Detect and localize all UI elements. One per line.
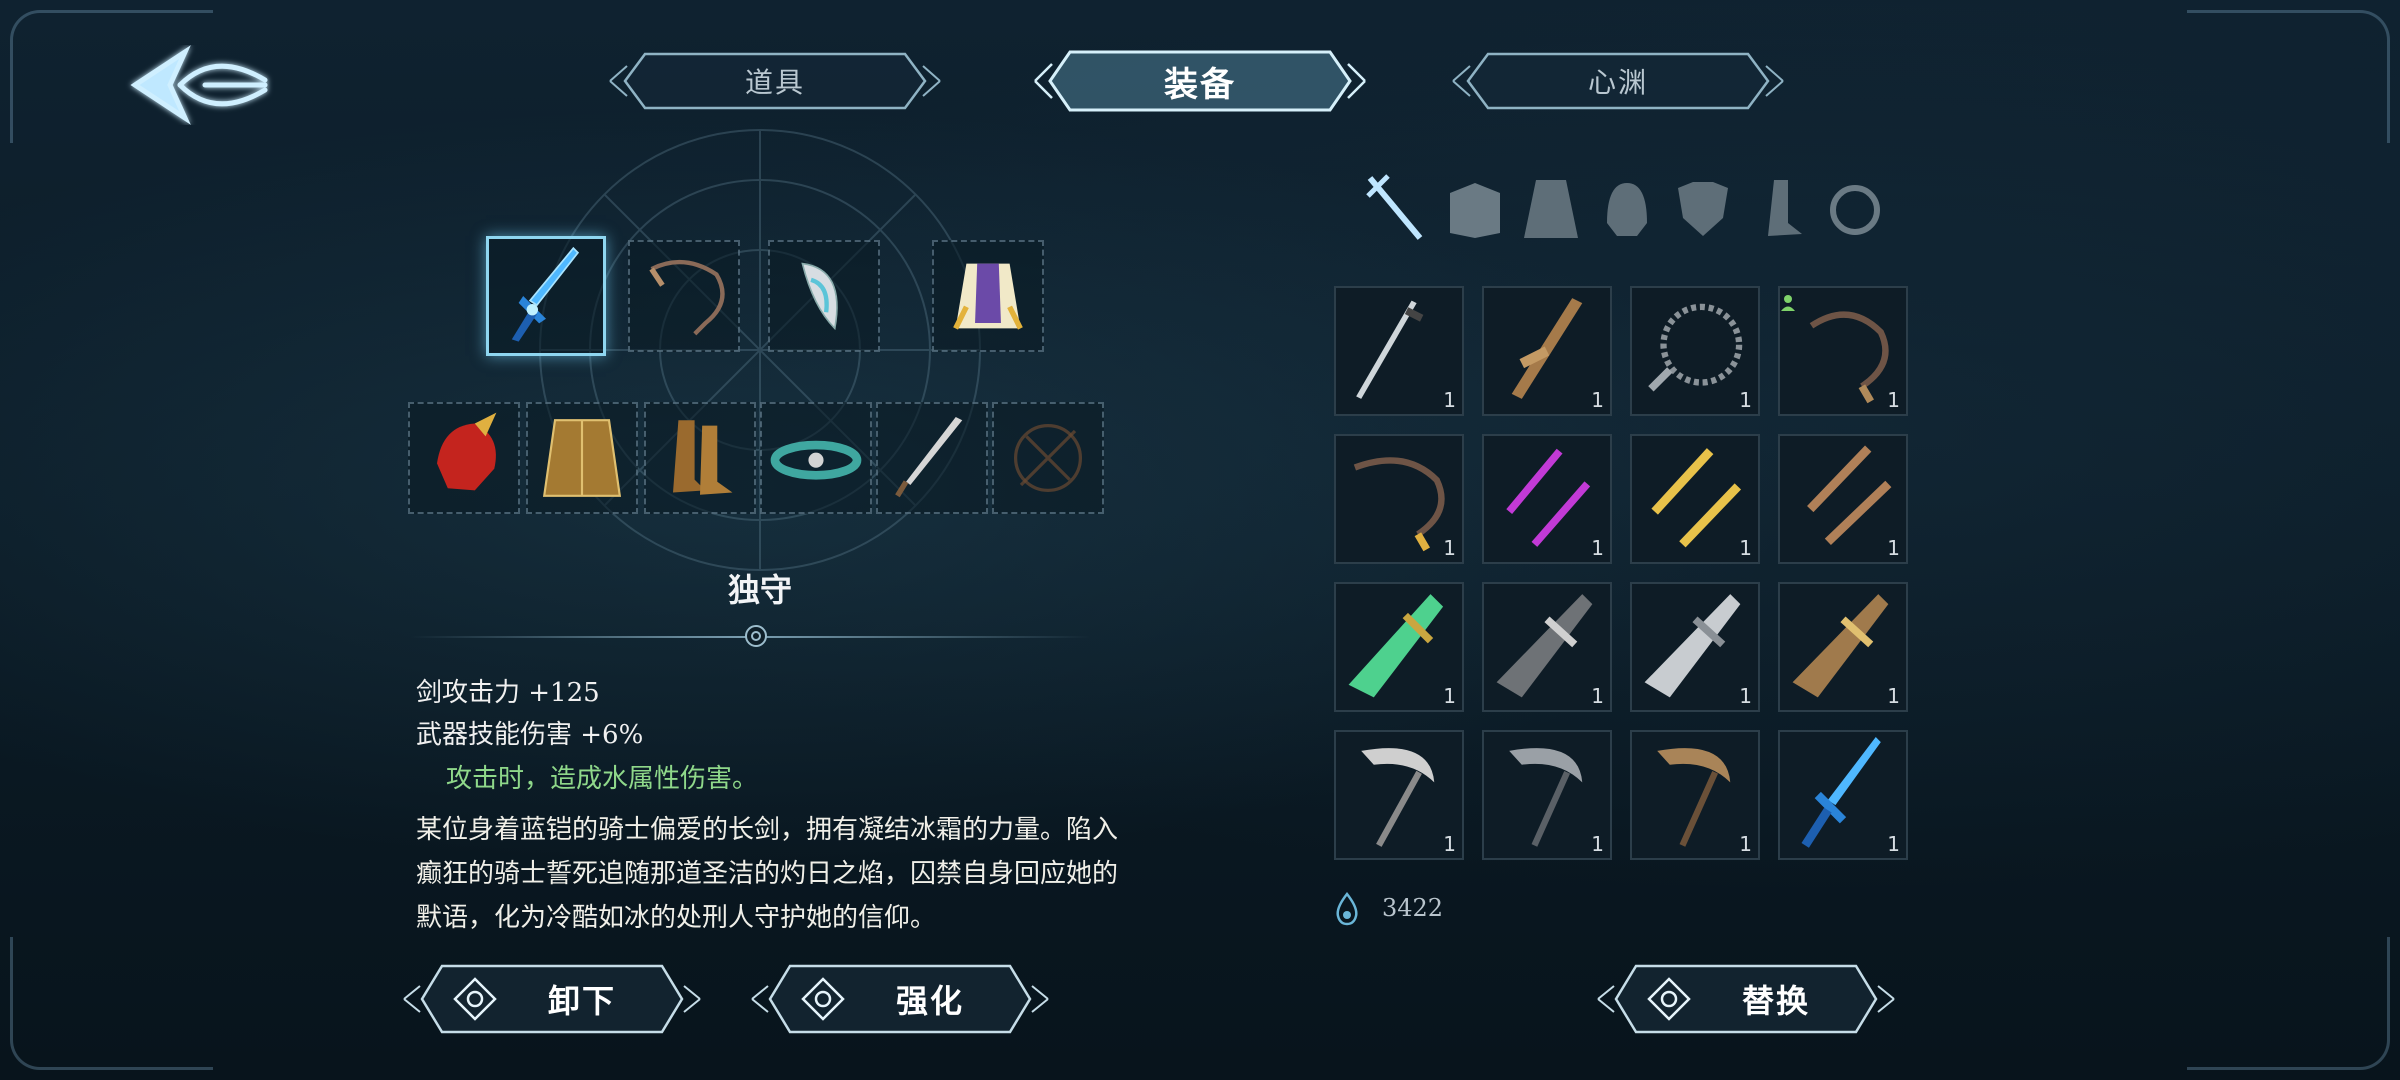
tab-label: 道具 (744, 66, 805, 99)
equip-slot[interactable] (760, 402, 872, 514)
inventory-slot[interactable]: 1 (1334, 582, 1464, 712)
desc-line: 默语，化为冷酷如冰的处刑人守护她的信仰。 (416, 903, 937, 933)
frame-corner-ornament (10, 937, 213, 1070)
back-button[interactable] (125, 40, 275, 130)
unequip-button[interactable]: 卸下 (400, 960, 704, 1038)
book-icon (1450, 183, 1500, 238)
equip-slot[interactable] (876, 402, 988, 514)
helmet-icon (1607, 183, 1647, 236)
inventory-slot[interactable]: 1 (1630, 434, 1760, 564)
replace-button[interactable]: 替换 (1594, 960, 1898, 1038)
inventory-slot[interactable]: 1 (1482, 286, 1612, 416)
button-label: 替换 (1741, 982, 1810, 1020)
equipped-badge-icon (1781, 295, 1795, 311)
boots-icon (1768, 180, 1802, 236)
divider-ornament-icon (745, 625, 767, 647)
background (0, 0, 2400, 1080)
whip-icon (649, 259, 725, 336)
gold-coat-icon (542, 419, 622, 497)
item-quantity: 1 (1443, 536, 1456, 560)
item-quantity: 1 (1443, 832, 1456, 856)
inventory-slot[interactable]: 1 (1334, 730, 1464, 860)
dagger-icon (895, 416, 963, 498)
item-quantity: 1 (1591, 536, 1604, 560)
tab-equipment[interactable]: 装备 (1030, 48, 1370, 114)
robe-icon (953, 263, 1023, 330)
item-quantity: 1 (1887, 684, 1900, 708)
frame-corner-ornament (2187, 937, 2390, 1070)
item-quantity: 1 (1739, 536, 1752, 560)
empty-slot-icon (1013, 423, 1083, 493)
frame-corner-ornament (2187, 10, 2390, 143)
category-weapon[interactable] (1360, 168, 1430, 248)
equip-slot-empty[interactable] (992, 402, 1104, 514)
category-cloak[interactable] (1516, 168, 1586, 248)
inventory-slot[interactable]: 1 (1630, 286, 1760, 416)
tab-items[interactable]: 道具 (605, 48, 945, 114)
tab-heart-abyss[interactable]: 心渊 (1448, 48, 1788, 114)
button-label: 卸下 (547, 982, 616, 1020)
item-quantity: 1 (1443, 388, 1456, 412)
water-drop-icon (1336, 892, 1358, 926)
item-quantity: 1 (1739, 388, 1752, 412)
equip-slot[interactable] (526, 402, 638, 514)
item-quantity: 1 (1591, 388, 1604, 412)
equip-slot[interactable] (768, 240, 880, 352)
ring-icon (1830, 185, 1880, 235)
bracelet-icon (770, 440, 862, 480)
cloak-icon (1524, 180, 1578, 238)
category-book[interactable] (1440, 168, 1510, 248)
inventory-slot[interactable]: 1 (1334, 434, 1464, 564)
armor-icon (1678, 182, 1728, 236)
inventory-slot[interactable]: 1 (1778, 286, 1908, 416)
category-boots[interactable] (1744, 168, 1814, 248)
item-quantity: 1 (1739, 684, 1752, 708)
inventory-slot[interactable]: 1 (1334, 286, 1464, 416)
category-helmet[interactable] (1592, 168, 1662, 248)
sword-icon (1366, 174, 1423, 240)
item-quantity: 1 (1591, 684, 1604, 708)
inventory-slot[interactable]: 1 (1482, 434, 1612, 564)
inventory-slot[interactable]: 1 (1778, 730, 1908, 860)
equip-slot[interactable] (932, 240, 1044, 352)
tab-label: 装备 (1164, 64, 1236, 105)
equip-slot[interactable] (628, 240, 740, 352)
item-quantity: 1 (1591, 832, 1604, 856)
inventory-slot[interactable]: 1 (1778, 434, 1908, 564)
equip-slot[interactable] (644, 402, 756, 514)
equip-slot-weapon[interactable] (486, 236, 606, 356)
inventory-slot[interactable]: 1 (1482, 582, 1612, 712)
ice-sword-icon (511, 246, 580, 342)
tab-label: 心渊 (1587, 66, 1648, 99)
item-quantity: 1 (1887, 388, 1900, 412)
blade-fan-icon (801, 262, 838, 331)
inventory-slot[interactable]: 1 (1630, 730, 1760, 860)
item-description: 某位身着蓝铠的骑士偏爱的长剑，拥有凝结冰霜的力量。陷入 癫狂的骑士誓死追随那道圣… (416, 808, 1156, 940)
equip-slot[interactable] (408, 402, 520, 514)
item-effect: 攻击时，造成水属性伤害。 (446, 764, 759, 794)
item-quantity: 1 (1887, 536, 1900, 560)
desc-line: 癫狂的骑士誓死追随那道圣洁的灼日之焰，囚禁自身回应她的 (416, 859, 1119, 889)
category-ring[interactable] (1820, 168, 1890, 248)
category-armor[interactable] (1668, 168, 1738, 248)
inventory-slot[interactable]: 1 (1630, 582, 1760, 712)
currency-amount: 3422 (1382, 894, 1444, 922)
item-quantity: 1 (1443, 684, 1456, 708)
inventory-slot[interactable]: 1 (1778, 582, 1908, 712)
button-label: 强化 (895, 982, 964, 1020)
item-stat: 武器技能伤害 +6% (416, 720, 644, 750)
item-name: 独守 (727, 571, 792, 609)
boots-icon (673, 420, 733, 495)
enhance-button[interactable]: 强化 (748, 960, 1052, 1038)
back-arrow-icon (130, 45, 268, 125)
item-quantity: 1 (1887, 832, 1900, 856)
item-quantity: 1 (1739, 832, 1752, 856)
red-helm-icon (437, 412, 497, 491)
desc-line: 某位身着蓝铠的骑士偏爱的长剑，拥有凝结冰霜的力量。陷入 (416, 815, 1119, 845)
item-stat: 剑攻击力 +125 (416, 678, 600, 708)
inventory-slot[interactable]: 1 (1482, 730, 1612, 860)
